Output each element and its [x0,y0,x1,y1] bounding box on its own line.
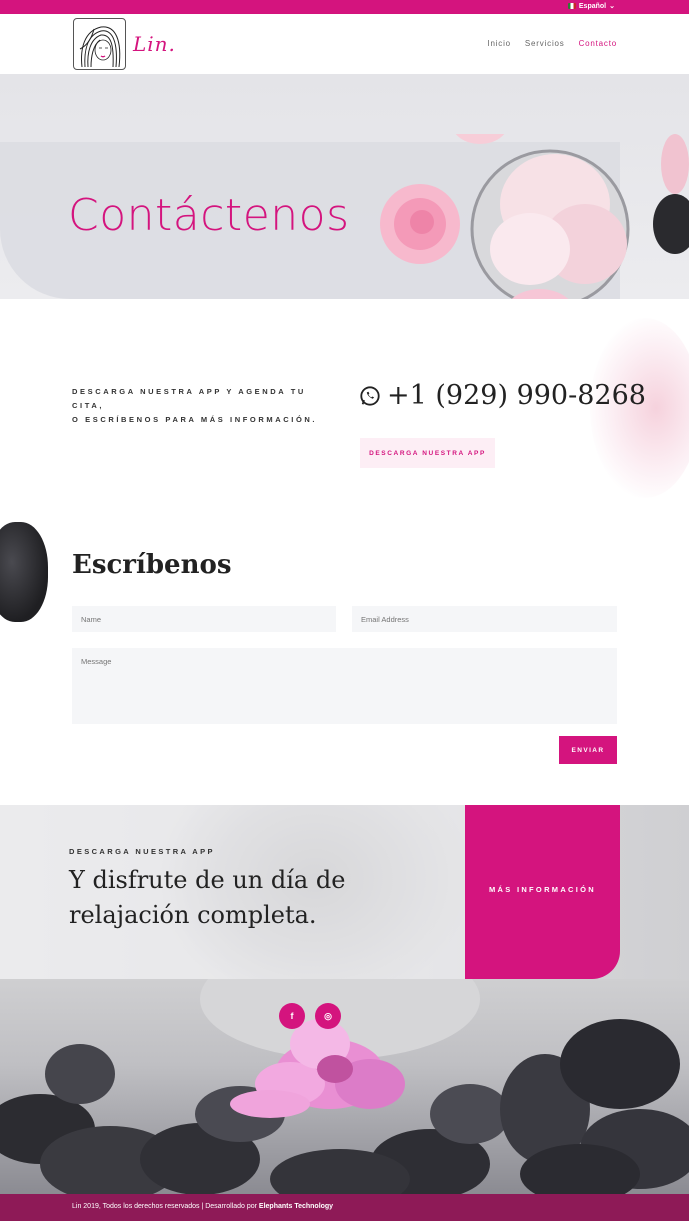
top-bar: Español ⌄ [0,0,689,14]
page-title: Contáctenos [68,190,350,241]
nav-item-inicio[interactable]: Inicio [487,39,510,48]
woman-face-icon [79,26,121,68]
contact-intro-line-1: DESCARGA NUESTRA APP Y AGENDA TU CITA, [72,387,306,410]
phone-number[interactable]: +1 (929) 990-8268 [387,380,646,411]
form-title: Escríbenos [72,550,232,580]
email-field[interactable] [352,606,617,632]
name-field[interactable] [72,606,336,632]
download-app-button[interactable]: DESCARGA NUESTRA APP [360,438,495,468]
promo-banner: DESCARGA NUESTRA APP Y disfrute de un dí… [0,805,689,979]
contact-intro-line-2: O ESCRÍBENOS PARA MÁS INFORMACIÓN. [72,415,318,424]
hero-banner: Contáctenos [0,74,689,299]
stone-decoration [0,522,48,622]
site-header: Lin. Inicio Servicios Contacto [0,14,689,74]
site-footer: Lin 2019, Todos los derechos reservados … [0,1194,689,1221]
nav-item-servicios[interactable]: Servicios [525,39,565,48]
message-field[interactable] [72,648,617,724]
send-button[interactable]: ENVIAR [559,736,617,764]
stones-image-section: f ◎ [0,979,689,1194]
flag-icon [567,3,576,9]
promo-title: Y disfrute de un día de relajación compl… [69,866,346,929]
footer-text: Lin 2019, Todos los derechos reservados … [72,1203,333,1210]
phone-contact[interactable]: +1 (929) 990-8268 [359,380,646,411]
main-nav: Inicio Servicios Contacto [487,39,617,48]
more-info-button[interactable]: MÁS INFORMACIÓN [465,885,620,894]
logo-wordmark[interactable]: Lin. [133,32,176,56]
nav-item-contacto[interactable]: Contacto [579,39,617,48]
stones-flower-image [0,979,689,1194]
footer-company-link[interactable]: Elephants Technology [259,1203,333,1210]
instagram-icon[interactable]: ◎ [315,1003,341,1029]
facebook-icon[interactable]: f [279,1003,305,1029]
logo-mark[interactable] [73,18,126,70]
language-label: Español [578,2,607,10]
chevron-down-icon: ⌄ [609,3,615,10]
contact-intro: DESCARGA NUESTRA APP Y AGENDA TU CITA, O… [72,385,342,427]
whatsapp-icon [360,385,380,406]
promo-subtitle: DESCARGA NUESTRA APP [69,847,215,856]
language-selector[interactable]: Español ⌄ [567,2,615,10]
footer-copyright: Lin 2019, Todos los derechos reservados … [72,1203,257,1210]
